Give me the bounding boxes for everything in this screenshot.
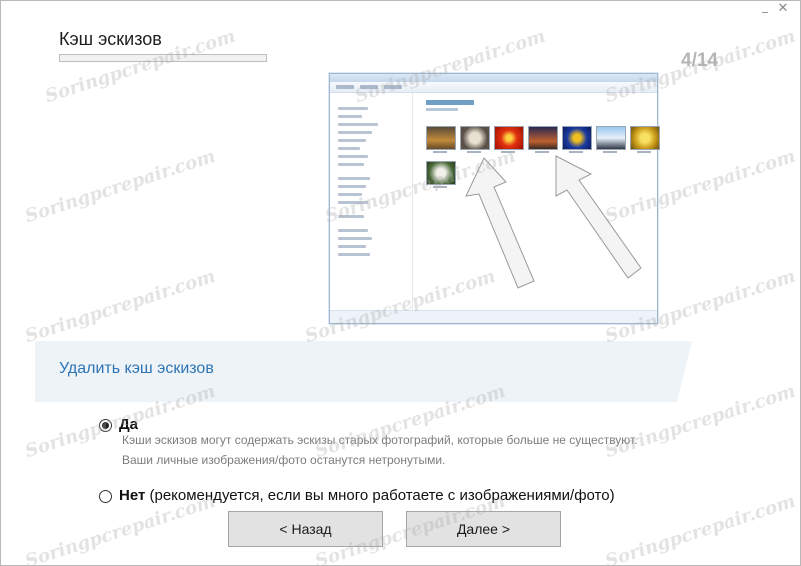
page-title: Кэш эскизов	[59, 29, 162, 49]
window-controls: _ ✕	[758, 1, 790, 17]
option-no-note: (рекомендуется, если вы много работаете …	[145, 487, 615, 504]
wizard-window: _ ✕ Кэш эскизов 4/14 Удалить кэш эскизов…	[0, 0, 801, 566]
thumbnail-illustration	[329, 73, 660, 324]
watermark: Soringpcrepair.com	[602, 490, 799, 566]
watermark: Soringpcrepair.com	[22, 265, 219, 348]
minimize-button[interactable]: _	[758, 1, 772, 17]
pointer-arrows-icon	[465, 155, 642, 289]
radio-yes[interactable]	[99, 419, 112, 432]
next-button[interactable]: Далее >	[406, 511, 561, 547]
option-yes-description: Кэши эскизов могут содержать эскизы стар…	[122, 433, 638, 447]
option-yes-note: Ваши личные изображения/фото останутся н…	[122, 453, 446, 467]
watermark: Soringpcrepair.com	[22, 145, 219, 228]
option-no-label[interactable]: Нет (рекомендуется, если вы много работа…	[119, 487, 615, 504]
radio-no[interactable]	[99, 490, 112, 503]
close-button[interactable]: ✕	[776, 2, 790, 17]
section-heading: Удалить кэш эскизов	[59, 360, 214, 377]
back-button[interactable]: < Назад	[228, 511, 383, 547]
option-yes-label[interactable]: Да	[119, 416, 138, 433]
progress-bar	[59, 54, 267, 62]
step-counter: 4/14	[681, 50, 718, 71]
